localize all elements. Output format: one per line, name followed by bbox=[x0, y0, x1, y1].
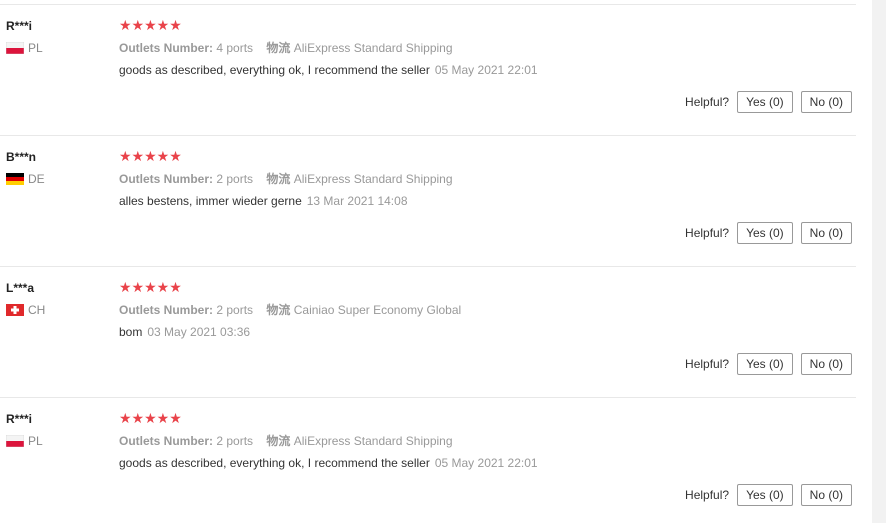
review-meta: Outlets Number: 2 ports 物流 Cainiao Super… bbox=[119, 302, 461, 318]
poland-flag-icon bbox=[6, 42, 24, 54]
review-text: goods as described, everything ok, I rec… bbox=[119, 63, 430, 77]
country-code: PL bbox=[28, 41, 43, 55]
helpful-no-button[interactable]: No (0) bbox=[800, 484, 852, 506]
germany-flag-icon bbox=[6, 173, 24, 185]
shipping-label: 物流 bbox=[266, 434, 291, 448]
reviewer-name: L***a bbox=[6, 281, 35, 295]
shipping-label: 物流 bbox=[266, 41, 291, 55]
helpful-vote: Helpful? Yes (0) No (0) bbox=[685, 222, 852, 244]
outlets-label: Outlets Number: bbox=[119, 41, 214, 55]
review-meta: Outlets Number: 4 ports 物流 AliExpress St… bbox=[119, 40, 453, 56]
helpful-no-button[interactable]: No (0) bbox=[800, 91, 852, 113]
shipping-value: AliExpress Standard Shipping bbox=[293, 172, 453, 186]
review-text: goods as described, everything ok, I rec… bbox=[119, 456, 430, 470]
reviewer-info: L***a CH bbox=[6, 281, 45, 317]
review-text: alles bestens, immer wieder gerne bbox=[119, 194, 302, 208]
switzerland-flag-icon bbox=[6, 304, 24, 316]
review-content: alles bestens, immer wieder gerne 13 Mar … bbox=[119, 193, 408, 209]
star-rating: ★★★★★ bbox=[119, 148, 182, 164]
helpful-vote: Helpful? Yes (0) No (0) bbox=[685, 353, 852, 375]
helpful-label: Helpful? bbox=[685, 226, 730, 240]
helpful-yes-button[interactable]: Yes (0) bbox=[737, 222, 793, 244]
helpful-label: Helpful? bbox=[685, 488, 730, 502]
reviewer-name: R***i bbox=[6, 19, 33, 33]
helpful-label: Helpful? bbox=[685, 357, 730, 371]
review-content: goods as described, everything ok, I rec… bbox=[119, 455, 538, 471]
star-rating: ★★★★★ bbox=[119, 17, 182, 33]
star-rating: ★★★★★ bbox=[119, 410, 182, 426]
outlets-value: 2 ports bbox=[216, 434, 254, 448]
outlets-value: 4 ports bbox=[216, 41, 254, 55]
review-content: goods as described, everything ok, I rec… bbox=[119, 62, 538, 78]
helpful-no-button[interactable]: No (0) bbox=[800, 222, 852, 244]
outlets-value: 2 ports bbox=[216, 172, 254, 186]
helpful-yes-button[interactable]: Yes (0) bbox=[737, 91, 793, 113]
review-item: B***n DE ★★★★★ Outlets Number: 2 ports 物… bbox=[0, 136, 856, 267]
reviewer-info: R***i PL bbox=[6, 412, 43, 448]
review-item: R***i PL ★★★★★ Outlets Number: 4 ports 物… bbox=[0, 5, 856, 136]
helpful-label: Helpful? bbox=[685, 95, 730, 109]
scrollbar-track[interactable] bbox=[872, 0, 886, 523]
reviewer-name: B***n bbox=[6, 150, 37, 164]
helpful-vote: Helpful? Yes (0) No (0) bbox=[685, 484, 852, 506]
helpful-no-button[interactable]: No (0) bbox=[800, 353, 852, 375]
poland-flag-icon bbox=[6, 435, 24, 447]
country-code: DE bbox=[28, 172, 45, 186]
helpful-yes-button[interactable]: Yes (0) bbox=[737, 484, 793, 506]
review-content: bom 03 May 2021 03:36 bbox=[119, 324, 250, 340]
review-item: R***i PL ★★★★★ Outlets Number: 2 ports 物… bbox=[0, 398, 856, 529]
review-date: 05 May 2021 22:01 bbox=[434, 456, 538, 470]
shipping-value: AliExpress Standard Shipping bbox=[293, 41, 453, 55]
country-code: PL bbox=[28, 434, 43, 448]
review-meta: Outlets Number: 2 ports 物流 AliExpress St… bbox=[119, 171, 453, 187]
outlets-label: Outlets Number: bbox=[119, 172, 214, 186]
helpful-yes-button[interactable]: Yes (0) bbox=[737, 353, 793, 375]
review-item: L***a CH ★★★★★ Outlets Number: 2 ports 物… bbox=[0, 267, 856, 398]
reviewer-country: PL bbox=[6, 41, 43, 55]
reviewer-info: B***n DE bbox=[6, 150, 45, 186]
review-date: 13 Mar 2021 14:08 bbox=[306, 194, 408, 208]
review-date: 03 May 2021 03:36 bbox=[147, 325, 251, 339]
review-text: bom bbox=[119, 325, 143, 339]
reviewer-country: CH bbox=[6, 303, 45, 317]
outlets-label: Outlets Number: bbox=[119, 303, 214, 317]
reviewer-country: PL bbox=[6, 434, 43, 448]
review-date: 05 May 2021 22:01 bbox=[434, 63, 538, 77]
reviewer-name: R***i bbox=[6, 412, 33, 426]
shipping-label: 物流 bbox=[266, 172, 291, 186]
country-code: CH bbox=[28, 303, 46, 317]
shipping-value: Cainiao Super Economy Global bbox=[293, 303, 462, 317]
star-rating: ★★★★★ bbox=[119, 279, 182, 295]
reviewer-country: DE bbox=[6, 172, 45, 186]
shipping-value: AliExpress Standard Shipping bbox=[293, 434, 453, 448]
shipping-label: 物流 bbox=[266, 303, 291, 317]
outlets-value: 2 ports bbox=[216, 303, 254, 317]
outlets-label: Outlets Number: bbox=[119, 434, 214, 448]
helpful-vote: Helpful? Yes (0) No (0) bbox=[685, 91, 852, 113]
reviewer-info: R***i PL bbox=[6, 19, 43, 55]
review-meta: Outlets Number: 2 ports 物流 AliExpress St… bbox=[119, 433, 453, 449]
